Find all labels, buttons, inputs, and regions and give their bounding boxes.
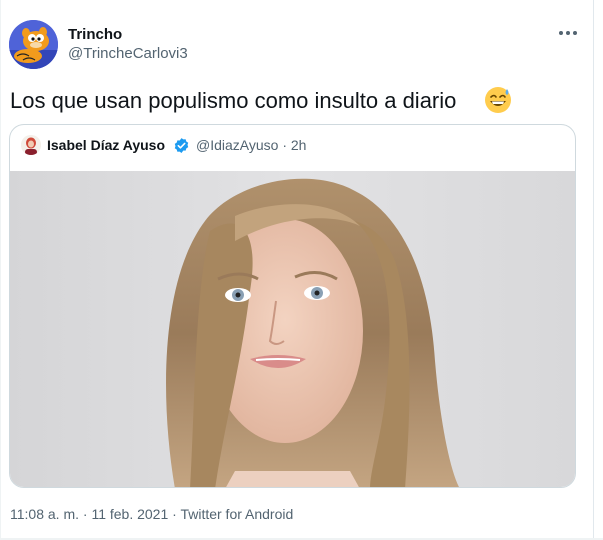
profile-avatar-icon [21, 135, 41, 155]
quoted-tweet-card[interactable]: Isabel Díaz Ayuso @IdiazAyuso · 2h [9, 124, 576, 488]
frame-right-border [593, 0, 594, 540]
tweet-text: Los que usan populismo como insulto a di… [10, 88, 457, 113]
portrait-photo-icon[interactable] [10, 171, 576, 488]
frame-left-border [0, 0, 1, 540]
garfield-avatar-icon [9, 20, 58, 69]
grinning-sweat-emoji-icon [485, 87, 511, 113]
author-handle[interactable]: @TrincheCarlovi3 [68, 45, 188, 63]
quoted-author-avatar[interactable] [21, 135, 41, 155]
author-avatar[interactable] [9, 20, 58, 69]
more-options-button[interactable] [554, 22, 582, 44]
author-name[interactable]: Trincho [68, 26, 122, 44]
verified-badge-icon [174, 138, 189, 153]
tweet-timestamp[interactable]: 11:08 a. m. · 11 feb. 2021 · Twitter for… [10, 506, 293, 523]
quoted-handle-time: @IdiazAyuso · 2h [196, 137, 307, 153]
quoted-author-name[interactable]: Isabel Díaz Ayuso [47, 137, 165, 154]
more-options-icon [559, 31, 577, 35]
